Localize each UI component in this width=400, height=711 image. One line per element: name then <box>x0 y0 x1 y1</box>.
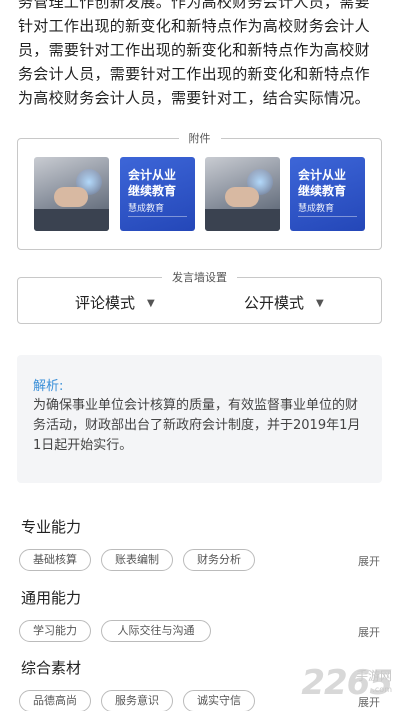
settings-title: 发言墙设置 <box>162 271 237 284</box>
card-subtitle: 慧成教育 <box>298 204 335 214</box>
attachments-box: 附件 会计从业 继续教育 慧成教育 会计从业 继续教育 慧成教育 <box>17 132 382 250</box>
attachments-title: 附件 <box>178 132 221 145</box>
section-title-professional: 专业能力 <box>21 518 82 536</box>
attachment-photo-thumb[interactable] <box>205 157 280 231</box>
analysis-text: 为确保事业单位会计核算的质量，有效监督事业单位的财务活动，财政部出台了新政府会计… <box>33 398 361 453</box>
chevron-down-icon: ▼ <box>147 298 155 309</box>
attachment-course-card[interactable]: 会计从业 继续教育 慧成教育 <box>120 157 195 231</box>
skill-tag[interactable]: 品德高尚 <box>19 690 91 711</box>
skill-tag[interactable]: 人际交往与沟通 <box>101 620 211 642</box>
analysis-panel: 解析: 为确保事业单位会计核算的质量，有效监督事业单位的财务活动，财政部出台了新… <box>17 355 382 483</box>
skill-tag[interactable]: 财务分析 <box>183 549 255 571</box>
attachment-course-card[interactable]: 会计从业 继续教育 慧成教育 <box>290 157 365 231</box>
card-title: 会计从业 继续教育 <box>298 168 347 198</box>
article-text: 务管理工作创新发展。作为高校财务会计人员，需要针对工作出现的新变化和新特点作为高… <box>18 0 370 107</box>
skill-tag[interactable]: 诚实守信 <box>183 690 255 711</box>
skill-tag[interactable]: 学习能力 <box>19 620 91 642</box>
card-subtitle: 慧成教育 <box>128 204 165 214</box>
watermark-site: 手游网 <box>355 669 392 683</box>
public-mode-dropdown[interactable]: 公开模式 ▼ <box>244 292 324 313</box>
attachment-photo-thumb[interactable] <box>34 157 109 231</box>
site-watermark: 2265 手游网 .com <box>301 663 393 703</box>
skill-tag[interactable]: 服务意识 <box>101 690 173 711</box>
comment-mode-label: 评论模式 <box>75 294 136 312</box>
skill-tag[interactable]: 账表编制 <box>101 549 173 571</box>
expand-button[interactable]: 展开 <box>358 624 380 640</box>
section-title-comprehensive: 综合素材 <box>21 659 82 677</box>
watermark-url: .com <box>372 685 392 694</box>
section-title-general: 通用能力 <box>21 589 82 607</box>
skill-tag[interactable]: 基础核算 <box>19 549 91 571</box>
speech-wall-settings: 发言墙设置 评论模式 ▼ 公开模式 ▼ <box>17 271 382 324</box>
analysis-label: 解析: <box>33 379 64 394</box>
card-title: 会计从业 继续教育 <box>128 168 177 198</box>
public-mode-label: 公开模式 <box>244 294 305 312</box>
comment-mode-dropdown[interactable]: 评论模式 ▼ <box>75 292 155 313</box>
chevron-down-icon: ▼ <box>316 298 324 309</box>
expand-button[interactable]: 展开 <box>358 553 380 569</box>
